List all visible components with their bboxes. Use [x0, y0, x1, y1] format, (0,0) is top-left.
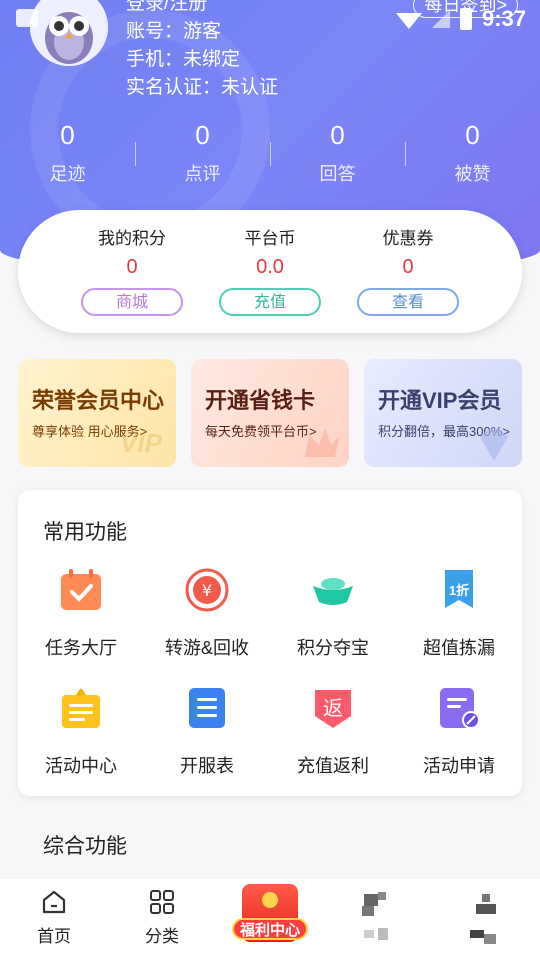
- recharge-button[interactable]: 充值: [219, 288, 321, 316]
- crown-icon: [305, 429, 339, 457]
- function-label: 充值返利: [297, 756, 369, 776]
- points-title: 我的积分: [98, 229, 166, 248]
- stat-label: 点评: [184, 164, 221, 184]
- coin-column: 平台币 0.0 充值: [200, 224, 340, 316]
- server-list-item[interactable]: 开服表: [144, 686, 270, 778]
- status-bar: 9:37: [0, 0, 540, 38]
- points-card: 我的积分 0 商城 平台币 0.0 充值 优惠券 0 查看: [18, 210, 522, 333]
- section-title: 常用功能: [43, 521, 127, 544]
- vip-member-banner[interactable]: 开通VIP会员 积分翻倍，最高300%>: [364, 359, 522, 467]
- promo-title: 荣誉会员中心: [32, 388, 165, 413]
- welfare-label: 福利中心: [232, 918, 308, 940]
- stat-label: 足迹: [49, 164, 86, 184]
- stat-value: 0: [465, 120, 480, 150]
- mall-button[interactable]: 商城: [81, 288, 183, 316]
- coupon-title: 优惠券: [382, 229, 434, 248]
- coupon-column: 优惠券 0 查看: [338, 224, 478, 316]
- diamond-icon: [480, 429, 508, 461]
- activity-center-item[interactable]: 活动中心: [18, 686, 144, 778]
- stat-likes[interactable]: 0 被赞: [405, 120, 540, 186]
- tab-label: 首页: [37, 927, 71, 946]
- pixelated-icon: [358, 888, 398, 948]
- function-label: 超值拣漏: [423, 638, 495, 658]
- task-hall-item[interactable]: 任务大厅: [18, 568, 144, 660]
- grid-icon: [150, 890, 174, 914]
- points-treasure-item[interactable]: 积分夺宝: [270, 568, 396, 660]
- saving-card-banner[interactable]: 开通省钱卡 每天免费领平台币>: [191, 359, 349, 467]
- function-label: 转游&回收: [164, 638, 249, 658]
- coin-value: 0.0: [256, 256, 284, 278]
- stat-value: 0: [60, 120, 75, 150]
- signal-icon: [431, 10, 450, 28]
- battery-icon: [459, 8, 472, 30]
- activity-apply-item[interactable]: 活动申请: [396, 686, 522, 778]
- promo-title: 开通省钱卡: [205, 388, 316, 413]
- server-list-icon: [189, 688, 225, 728]
- stat-value: 0: [330, 120, 345, 150]
- stat-label: 被赞: [454, 164, 491, 184]
- apply-edit-icon: [440, 688, 480, 729]
- stat-footprints[interactable]: 0 足迹: [0, 120, 135, 186]
- realname-text: 实名认证：未认证: [126, 77, 279, 98]
- common-functions-card: 常用功能 任务大厅 ¥ 转游&回收 积分夺宝 1折 超值拣漏 活动中心 开服表 …: [18, 490, 522, 796]
- function-label: 任务大厅: [45, 638, 117, 658]
- recharge-rebate-item[interactable]: 返 充值返利: [270, 686, 396, 778]
- stat-reviews[interactable]: 0 点评: [135, 120, 270, 186]
- vip-watermark: VIP: [120, 428, 162, 458]
- function-label: 活动申请: [423, 756, 495, 776]
- tab-pixelated-2[interactable]: [432, 888, 540, 948]
- function-label: 活动中心: [45, 756, 117, 776]
- bargain-item[interactable]: 1折 超值拣漏: [396, 568, 522, 660]
- stat-value: 0: [195, 120, 210, 150]
- points-column: 我的积分 0 商城: [62, 224, 202, 316]
- tab-home[interactable]: 首页: [0, 888, 108, 947]
- tab-pixelated-1[interactable]: [324, 888, 432, 948]
- points-value: 0: [126, 256, 138, 278]
- calendar-check-icon: [61, 569, 101, 610]
- promo-title: 开通VIP会员: [378, 388, 502, 413]
- view-coupons-button[interactable]: 查看: [357, 288, 459, 316]
- tab-label: 分类: [145, 927, 179, 946]
- coupon-value: 0: [402, 256, 414, 278]
- home-icon: [42, 890, 66, 914]
- gallery-notification-icon: [16, 9, 38, 27]
- pixelated-icon: [466, 888, 506, 948]
- discount-badge: 1折: [448, 583, 470, 598]
- general-functions-title: 综合功能: [43, 835, 127, 858]
- stats-row: 0 足迹 0 点评 0 回答 0 被赞: [0, 120, 540, 186]
- rebate-badge: 返: [323, 698, 343, 720]
- tab-category[interactable]: 分类: [108, 888, 216, 947]
- function-label: 积分夺宝: [297, 638, 369, 658]
- gold-ingot-icon: [313, 578, 353, 605]
- clock: 9:37: [481, 6, 526, 31]
- honor-member-banner[interactable]: 荣誉会员中心 尊享体验 用心服务> VIP: [18, 359, 176, 467]
- phone-text: 手机：未绑定: [126, 49, 241, 70]
- yen-recycle-icon: ¥: [185, 568, 229, 612]
- welfare-center-button[interactable]: 福利中心: [232, 882, 308, 952]
- coin-title: 平台币: [244, 229, 296, 248]
- wifi-icon: [395, 13, 422, 29]
- stat-label: 回答: [319, 164, 356, 184]
- event-board-icon: [62, 688, 100, 728]
- coin-icon: [262, 892, 278, 908]
- stat-answers[interactable]: 0 回答: [270, 120, 405, 186]
- svg-text:¥: ¥: [202, 581, 212, 600]
- function-label: 开服表: [180, 756, 234, 776]
- transfer-recycle-item[interactable]: ¥ 转游&回收: [144, 568, 270, 660]
